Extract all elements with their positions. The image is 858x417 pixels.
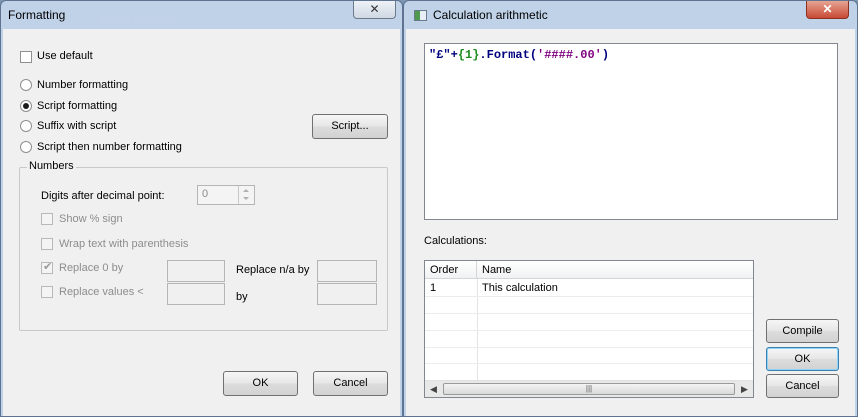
replace-zero-label: Replace 0 by [59, 262, 124, 274]
formatting-close-button[interactable]: ✕ [353, 1, 396, 19]
script-editor[interactable]: "£"+{1}.Format('####.00') [424, 43, 838, 220]
calculation-close-button[interactable]: ✕ [806, 1, 849, 19]
script-token-string: "£" [429, 48, 451, 62]
replace-na-label: Replace n/a by [236, 264, 310, 276]
spinner-down-icon [243, 197, 249, 200]
formatting-ok-button[interactable]: OK [223, 371, 298, 396]
formatting-titlebar[interactable]: Formatting Total in column C ✕ [1, 1, 402, 29]
script-then-number-radio[interactable] [20, 141, 32, 153]
script-formatting-label: Script formatting [37, 100, 118, 112]
spinner-buttons[interactable] [238, 186, 254, 204]
row-order-cell: 1 [430, 282, 437, 294]
replace-values-label: Replace values < [59, 286, 144, 298]
replace-values-field[interactable] [167, 283, 225, 305]
formatting-dialog: Formatting Total in column C ✕ Use defau… [0, 0, 403, 417]
scroll-right-icon[interactable]: ▶ [741, 384, 748, 395]
grid-line [425, 347, 753, 348]
calculations-label: Calculations: [424, 235, 487, 247]
script-token-format-string: '####.00' [537, 48, 602, 62]
digits-value: 0 [202, 188, 209, 200]
calculation-cancel-button[interactable]: Cancel [766, 374, 839, 398]
suffix-with-script-radio[interactable] [20, 120, 32, 132]
use-default-label: Use default [37, 50, 93, 62]
calculation-ok-button[interactable]: OK [766, 347, 839, 371]
row-name-cell: This calculation [482, 282, 558, 294]
compile-button[interactable]: Compile [766, 319, 839, 343]
by-label: by [236, 291, 248, 303]
script-then-number-label: Script then number formatting [37, 141, 182, 153]
wrap-parenthesis-label: Wrap text with parenthesis [59, 238, 189, 250]
replace-zero-field[interactable] [167, 260, 225, 282]
script-token-operator: + [450, 48, 458, 62]
numbers-group-title: Numbers [27, 160, 76, 172]
show-percent-checkbox[interactable] [41, 213, 53, 225]
formatting-title: Formatting [8, 8, 66, 22]
show-percent-label: Show % sign [59, 213, 123, 225]
script-line: "£"+{1}.Format('####.00') [429, 48, 609, 62]
calculation-client: "£"+{1}.Format('####.00') Calculations: … [406, 29, 855, 416]
grid-line [425, 313, 753, 314]
suffix-with-script-label: Suffix with script [37, 120, 117, 132]
calculation-titlebar[interactable]: Calculation arithmetic ✕ [404, 1, 857, 29]
digits-spinner[interactable]: 0 [197, 185, 255, 205]
script-token-reference: {1} [457, 48, 480, 62]
horizontal-scrollbar[interactable]: ◀ ||| ▶ [425, 380, 753, 397]
scroll-thumb[interactable]: ||| [443, 383, 735, 395]
calculations-table: Order Name 1 This calculation ◀ ||| ▶ [424, 260, 754, 398]
grid-line [425, 330, 753, 331]
grid-line [425, 363, 753, 364]
use-default-checkbox[interactable] [20, 51, 32, 63]
background-window-fragment: Total in column C [99, 15, 176, 26]
replace-values-checkbox[interactable] [41, 286, 53, 298]
column-header-order[interactable]: Order [425, 261, 477, 279]
script-formatting-radio[interactable] [20, 100, 32, 112]
script-token-close-paren: ) [601, 48, 610, 62]
script-token-method: .Format( [479, 48, 538, 62]
wrap-parenthesis-checkbox[interactable] [41, 238, 53, 250]
script-button[interactable]: Script... [312, 114, 388, 139]
check-mark-icon: ✔ [43, 261, 53, 273]
number-formatting-label: Number formatting [37, 79, 129, 91]
replace-zero-checkbox[interactable]: ✔ [41, 261, 53, 274]
calculation-dialog: Calculation arithmetic ✕ "£"+{1}.Format(… [403, 0, 858, 417]
replace-na-field[interactable] [317, 260, 377, 282]
grid-line [425, 296, 753, 297]
scroll-left-icon[interactable]: ◀ [430, 384, 437, 395]
digits-label: Digits after decimal point: [41, 190, 165, 202]
calculation-title: Calculation arithmetic [433, 8, 548, 22]
formatting-client: Use default Number formatting Script for… [3, 29, 400, 416]
formatting-cancel-button[interactable]: Cancel [313, 371, 388, 396]
table-row[interactable]: 1 This calculation [425, 279, 753, 296]
window-app-icon [414, 10, 427, 21]
spinner-up-icon [243, 189, 249, 192]
column-header-name[interactable]: Name [477, 261, 753, 279]
number-formatting-radio[interactable] [20, 79, 32, 91]
replace-by-field[interactable] [317, 283, 377, 305]
